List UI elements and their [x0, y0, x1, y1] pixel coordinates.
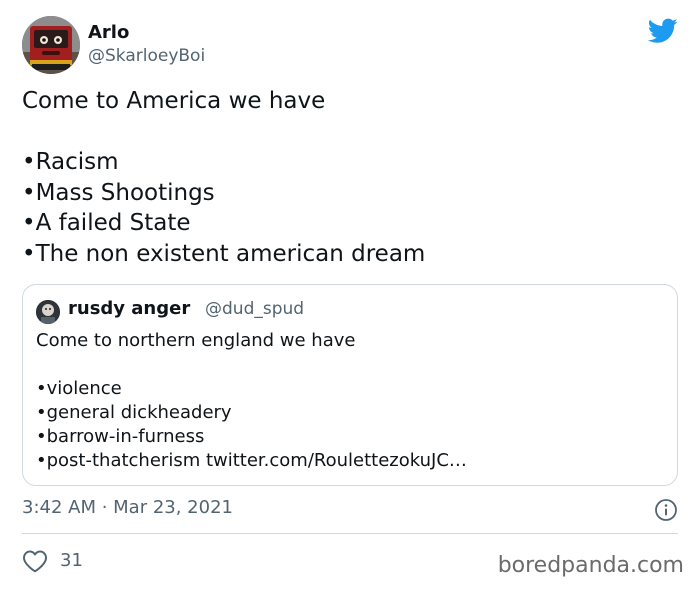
quoted-text: Come to northern england we have •violen…	[36, 329, 664, 473]
quoted-bullet: •general dickheadery	[36, 402, 232, 423]
avatar[interactable]	[22, 16, 80, 74]
quoted-display-name[interactable]: rusdy anger	[68, 298, 190, 319]
quoted-blank-line	[36, 353, 664, 377]
heart-icon[interactable]	[22, 549, 48, 573]
quoted-line: Come to northern england we have	[36, 330, 356, 351]
quoted-bullet: •barrow-in-furness	[36, 426, 205, 447]
tweet-timestamp[interactable]: 3:42 AM · Mar 23, 2021	[22, 497, 233, 518]
twitter-bird-icon[interactable]	[648, 18, 678, 44]
tweet-bullet: •The non existent american dream	[22, 240, 426, 267]
tweet-bullet: •Mass Shootings	[22, 179, 215, 206]
tweet-text: Come to America we have •Racism •Mass Sh…	[22, 86, 678, 269]
tweet-bullet: •A failed State	[22, 210, 191, 236]
tweet-line: Come to America we have	[22, 88, 326, 114]
like-count: 31	[60, 550, 83, 571]
red-train-engine-avatar	[22, 16, 80, 74]
quoted-bullet: •violence	[36, 378, 122, 399]
quoted-avatar[interactable]	[36, 300, 60, 324]
user-handle[interactable]: @SkarloeyBoi	[88, 46, 205, 66]
quoted-avatar-image	[36, 300, 60, 324]
quoted-bullet-link[interactable]: •post-thatcherism twitter.com/Roulettezo…	[36, 449, 664, 473]
quoted-handle[interactable]: @dud_spud	[205, 299, 304, 319]
quoted-tweet[interactable]: rusdy anger @dud_spud Come to northern e…	[22, 284, 678, 486]
watermark: boredpanda.com	[497, 553, 684, 578]
tweet-header: Arlo @SkarloeyBoi	[22, 16, 678, 76]
display-name[interactable]: Arlo	[88, 22, 129, 43]
info-icon[interactable]	[654, 498, 678, 522]
tweet-card: Arlo @SkarloeyBoi Come to America we hav…	[0, 0, 700, 589]
tweet-bullet: •Racism	[22, 149, 119, 175]
divider	[22, 533, 678, 534]
